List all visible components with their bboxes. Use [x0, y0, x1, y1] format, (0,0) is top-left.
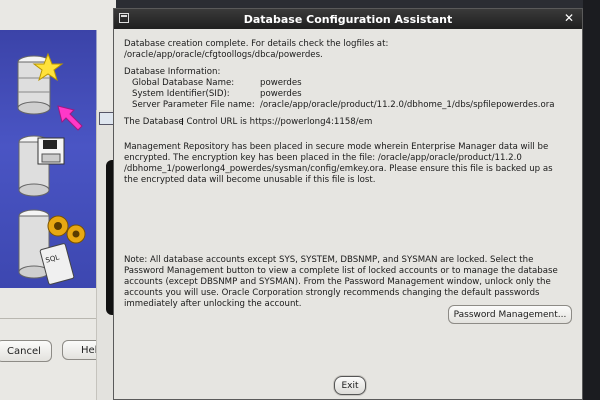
- database-save-icon: [16, 134, 76, 204]
- note-line: accounts you will use. Oracle Corporatio…: [124, 288, 540, 298]
- help-label: Hel: [81, 344, 98, 356]
- dbca-completion-dialog: Database Configuration Assistant ✕ Datab…: [113, 8, 583, 400]
- completion-message: Database creation complete. For details …: [124, 39, 572, 61]
- dialog-titlebar[interactable]: Database Configuration Assistant ✕: [114, 9, 582, 29]
- password-management-label: Password Management...: [453, 309, 567, 320]
- info-row-global-name: Global Database Name: powerdes: [124, 78, 572, 89]
- control-url-text: The Database Control URL is https://powe…: [124, 117, 373, 127]
- info-value: powerdes: [260, 78, 302, 88]
- database-star-icon: [14, 52, 84, 132]
- exit-label: Exit: [341, 380, 359, 391]
- info-label: System Identifier(SID):: [132, 89, 230, 99]
- note-line: Note: All database accounts except SYS, …: [124, 255, 534, 265]
- info-heading: Database Information:: [124, 67, 221, 77]
- info-label: Server Parameter File name:: [132, 100, 255, 110]
- repository-message: Management Repository has been placed in…: [124, 142, 572, 186]
- database-sql-gears-icon: SQL: [14, 208, 94, 288]
- info-value: /oracle/app/oracle/product/11.2.0/dbhome…: [260, 100, 555, 110]
- database-information: Database Information: Global Database Na…: [124, 67, 572, 111]
- dialog-title: Database Configuration Assistant: [243, 13, 453, 26]
- completion-line: Database creation complete. For details …: [124, 39, 389, 49]
- database-illustration: SQL: [0, 30, 97, 288]
- logfile-path: /oracle/app/oracle/cfgtoollogs/dbca/powe…: [124, 50, 323, 60]
- info-value: powerdes: [260, 89, 302, 99]
- note-line: Password Management button to view a com…: [124, 266, 558, 276]
- dialog-message: Database creation complete. For details …: [114, 29, 582, 310]
- repository-line: the encrypted data will become unusable …: [124, 175, 376, 185]
- desktop-edge: [583, 0, 600, 400]
- repository-line: /dbhome_1/powerlong4_powerdes/sysman/con…: [124, 164, 553, 174]
- note-line: accounts (except DBSNMP and SYSMAN). Fro…: [124, 277, 551, 287]
- close-icon[interactable]: ✕: [564, 11, 574, 25]
- cancel-label: Cancel: [7, 345, 41, 357]
- accounts-note: Note: All database accounts except SYS, …: [124, 255, 572, 310]
- password-management-button[interactable]: Password Management...: [448, 305, 572, 324]
- window-icon: [99, 112, 114, 125]
- text-cursor-icon: I: [181, 117, 184, 128]
- info-label: Global Database Name:: [132, 78, 235, 88]
- info-row-sid: System Identifier(SID): powerdes: [124, 89, 572, 100]
- info-row-spfile: Server Parameter File name: /oracle/app/…: [124, 100, 572, 111]
- repository-line: encrypted. The encryption key has been p…: [124, 153, 522, 163]
- exit-button[interactable]: Exit: [334, 376, 366, 395]
- cancel-button[interactable]: Cancel: [0, 340, 52, 362]
- repository-line: Management Repository has been placed in…: [124, 142, 549, 152]
